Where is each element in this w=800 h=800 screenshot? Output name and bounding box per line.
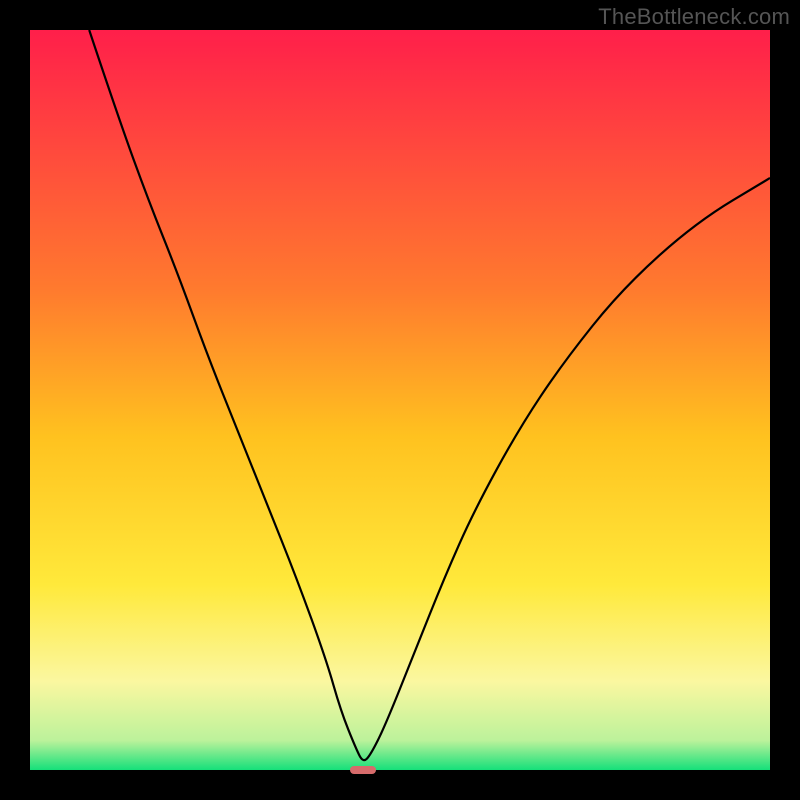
chart-frame bbox=[30, 30, 770, 770]
bottleneck-curve bbox=[30, 30, 770, 770]
plot-area bbox=[30, 30, 770, 770]
optimal-point-marker bbox=[350, 766, 375, 775]
watermark-text: TheBottleneck.com bbox=[598, 4, 790, 30]
